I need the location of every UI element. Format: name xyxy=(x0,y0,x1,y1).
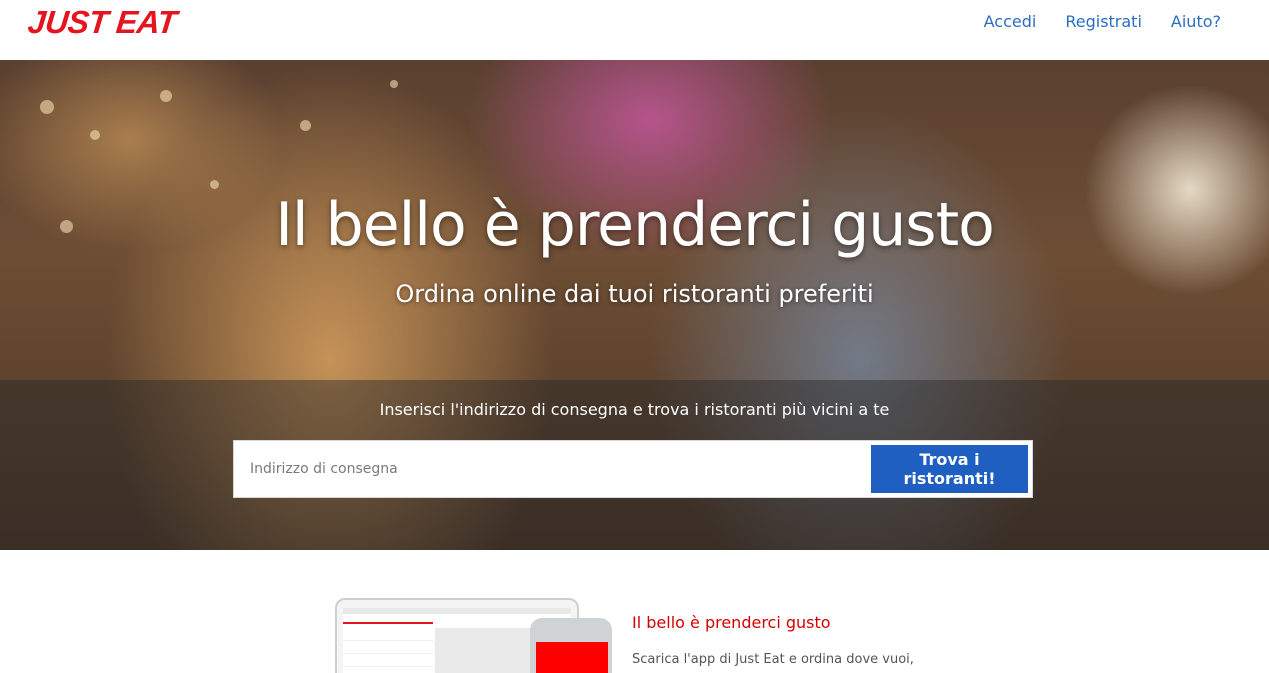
find-restaurants-button[interactable]: Trova i ristoranti! xyxy=(871,445,1028,493)
help-link[interactable]: Aiuto? xyxy=(1171,12,1221,32)
promo-text: Scarica l'app di Just Eat e ordina dove … xyxy=(632,652,914,667)
register-link[interactable]: Registrati xyxy=(1065,12,1142,32)
tablet-status-bar xyxy=(343,608,571,614)
tablet-restaurant-list xyxy=(343,628,433,673)
search-section: Inserisci l'indirizzo di consegna e trov… xyxy=(0,380,1269,550)
address-input[interactable] xyxy=(234,441,864,497)
bokeh-light xyxy=(300,120,311,131)
bokeh-light xyxy=(390,80,398,88)
hero-banner: Il bello è prenderci gusto Ordina online… xyxy=(0,60,1269,550)
promo-title: Il bello è prenderci gusto xyxy=(632,613,831,632)
search-box: Trova i ristoranti! xyxy=(233,440,1033,498)
just-eat-logo[interactable]: JUST EAT xyxy=(26,4,178,41)
phone-screen xyxy=(536,642,608,673)
header-nav: Accedi Registrati Aiuto? xyxy=(984,12,1221,32)
hero-title: Il bello è prenderci gusto xyxy=(275,190,995,260)
top-navbar: JUST EAT Accedi Registrati Aiuto? xyxy=(0,0,1269,60)
hero-subtitle: Ordina online dai tuoi ristoranti prefer… xyxy=(395,280,874,308)
bokeh-light xyxy=(90,130,100,140)
bokeh-light xyxy=(210,180,219,189)
login-link[interactable]: Accedi xyxy=(984,12,1037,32)
app-promo-section: Il bello è prenderci gusto Scarica l'app… xyxy=(0,550,1269,673)
tablet-accent-line xyxy=(343,622,433,624)
search-prompt: Inserisci l'indirizzo di consegna e trov… xyxy=(379,400,890,419)
phone-app-image xyxy=(530,618,612,673)
bokeh-light xyxy=(40,100,54,114)
bokeh-light xyxy=(160,90,172,102)
